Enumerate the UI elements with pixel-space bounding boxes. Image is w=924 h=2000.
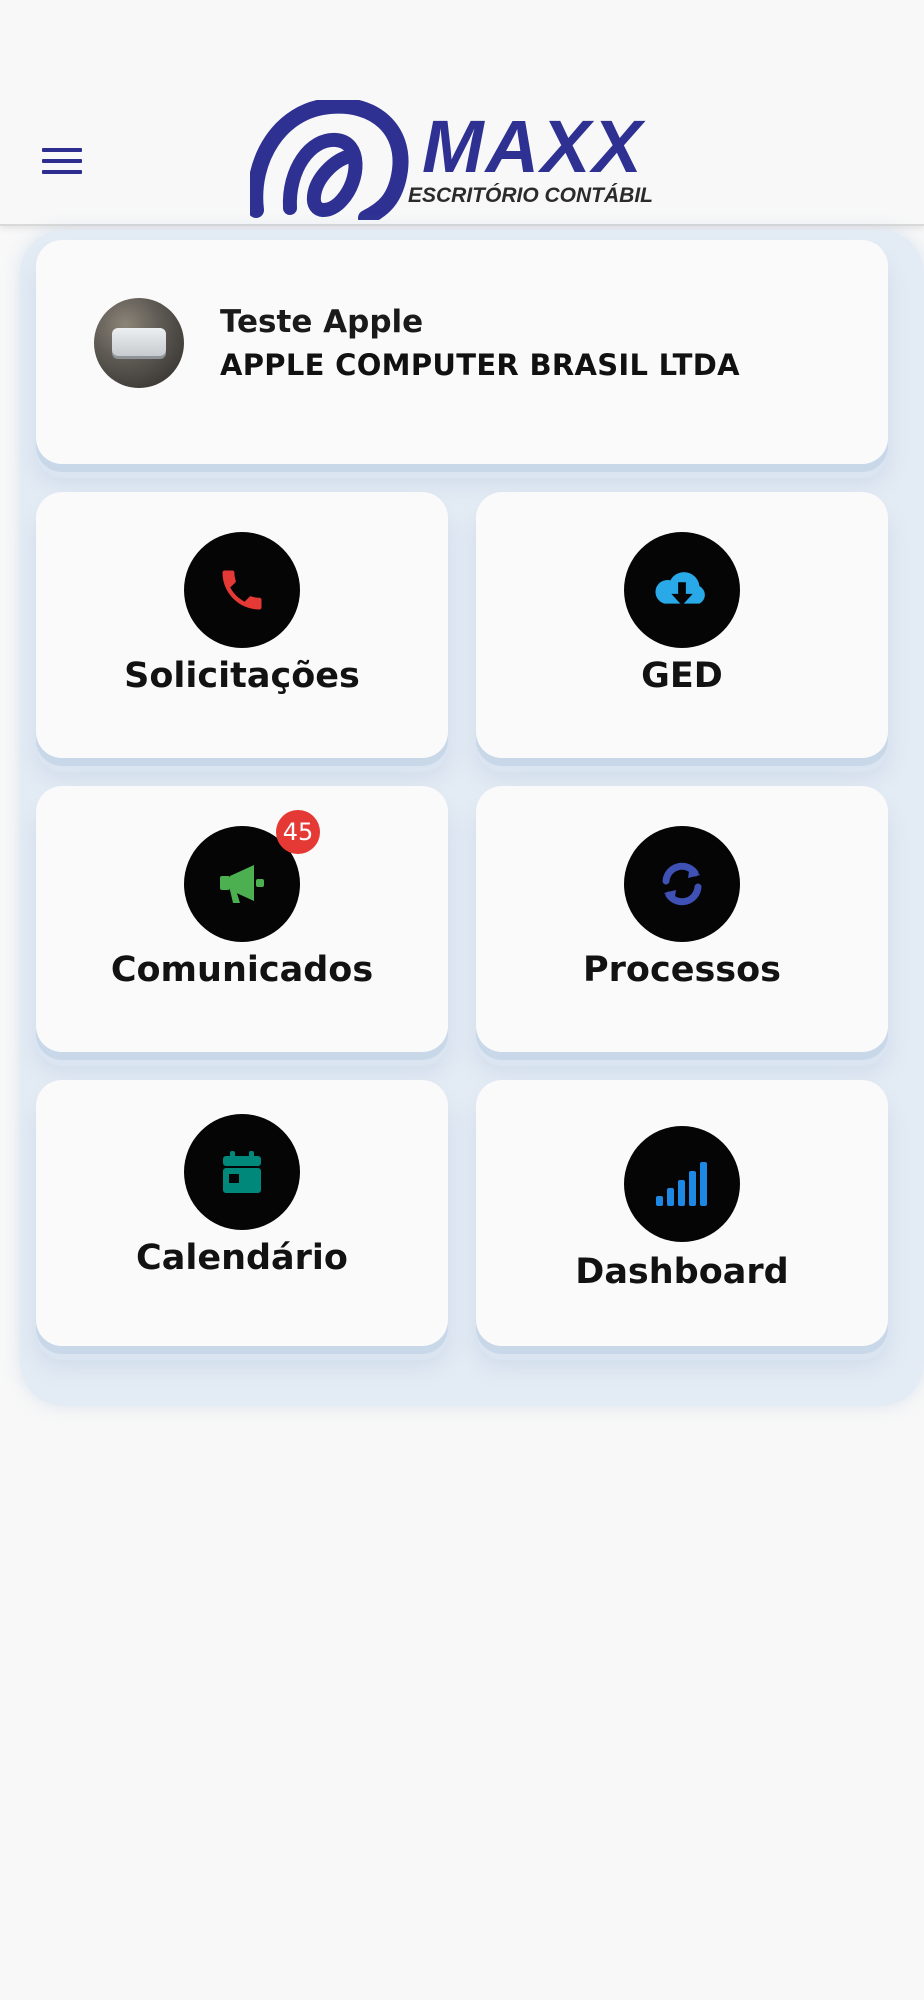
tile-calendario[interactable]: Calendário [36, 1080, 448, 1346]
tile-label: Dashboard [575, 1252, 789, 1292]
profile-name: Teste Apple [220, 304, 424, 340]
tile-processos[interactable]: Processos [476, 786, 888, 1052]
tile-icon-circle [624, 532, 740, 648]
tile-dashboard[interactable]: Dashboard [476, 1080, 888, 1346]
tile-icon-circle [624, 826, 740, 942]
notification-badge: 45 [276, 810, 320, 854]
avatar [94, 298, 184, 388]
tile-label: GED [641, 656, 723, 696]
maxx-logo-mark [250, 100, 409, 220]
tile-label: Comunicados [110, 950, 374, 990]
tile-label: Processos [583, 950, 781, 990]
tile-label: Calendário [136, 1238, 348, 1278]
hamburger-menu-icon [42, 148, 82, 152]
megaphone-icon [220, 865, 264, 903]
sync-icon [662, 862, 702, 906]
signal-bars-icon [656, 1162, 707, 1206]
tile-icon-circle [184, 1114, 300, 1230]
tile-icon-circle [624, 1126, 740, 1242]
menu-button[interactable] [30, 138, 96, 184]
tile-label: Solicitações [124, 656, 360, 696]
profile-card: Teste Apple APPLE COMPUTER BRASIL LTDA [36, 240, 888, 464]
calendar-icon [223, 1151, 261, 1193]
tile-comunicados[interactable]: 45 Comunicados [36, 786, 448, 1052]
tile-solicitacoes[interactable]: Solicitações [36, 492, 448, 758]
cloud-download-icon [655, 572, 705, 606]
logo-brand: MAXX [422, 105, 644, 188]
phone-icon [222, 570, 262, 610]
logo-tagline: ESCRITÓRIO CONTÁBIL [408, 184, 653, 207]
tile-ged[interactable]: GED [476, 492, 888, 758]
tile-icon-circle [184, 532, 300, 648]
app-header: MAXX ESCRITÓRIO CONTÁBIL [0, 0, 924, 226]
maxx-logo: MAXX ESCRITÓRIO CONTÁBIL [250, 100, 672, 220]
avatar-image [112, 328, 166, 356]
profile-company: APPLE COMPUTER BRASIL LTDA [220, 348, 740, 382]
